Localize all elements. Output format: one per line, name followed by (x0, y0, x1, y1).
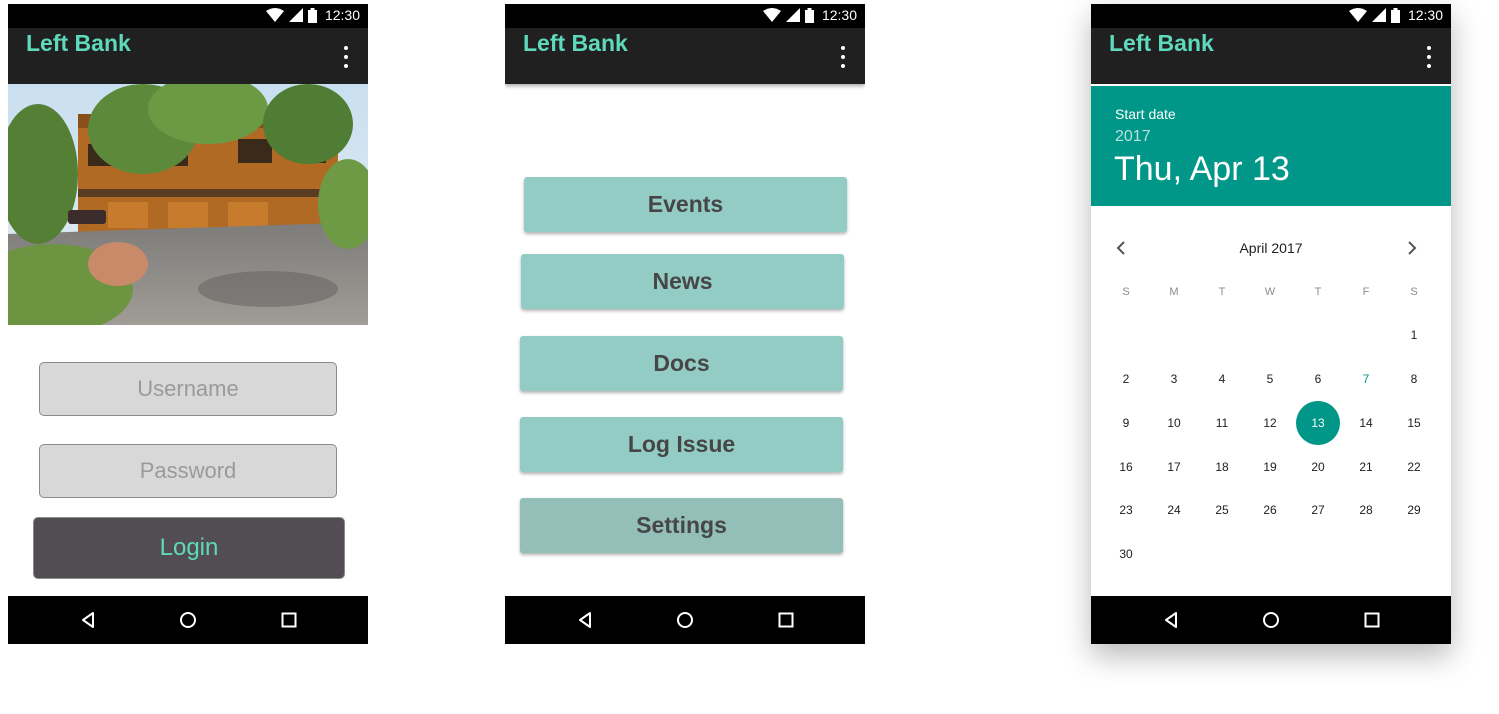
date-picker-screen: 12:30 Left Bank Start date 2017 Thu, Apr… (1091, 4, 1451, 644)
weekday-label: W (1264, 286, 1276, 298)
app-title: Left Bank (1109, 30, 1214, 56)
weekday-label: T (1218, 286, 1226, 298)
calendar-day[interactable]: 22 (1394, 447, 1434, 487)
more-vert-icon[interactable] (835, 46, 851, 68)
signal-icon (288, 8, 303, 22)
login-screen: 12:30 Left Bank Username Login (8, 4, 368, 644)
calendar-day[interactable]: 15 (1394, 403, 1434, 443)
back-icon[interactable] (76, 608, 100, 632)
date-picker-header: Start date 2017 Thu, Apr 13 (1091, 86, 1451, 206)
nav-bar (8, 596, 368, 644)
chevron-left-icon[interactable] (1109, 236, 1133, 260)
status-time: 12:30 (821, 7, 857, 23)
battery-icon (1390, 7, 1400, 23)
calendar-day[interactable]: 14 (1346, 403, 1386, 443)
settings-button[interactable]: Settings (520, 498, 843, 553)
calendar-day[interactable]: 8 (1394, 359, 1434, 399)
wifi-icon (1348, 8, 1367, 22)
weekday-label: S (1122, 286, 1130, 298)
status-bar: 12:30 (505, 4, 865, 28)
status-bar: 12:30 (8, 4, 368, 28)
calendar-day[interactable]: 3 (1154, 359, 1194, 399)
login-button[interactable]: Login (33, 517, 345, 579)
app-title: Left Bank (26, 30, 131, 56)
docs-button[interactable]: Docs (520, 336, 843, 391)
battery-icon (307, 7, 317, 23)
calendar-day[interactable]: 2 (1106, 359, 1146, 399)
signal-icon (785, 8, 800, 22)
events-button[interactable]: Events (524, 177, 847, 232)
calendar-day[interactable]: 29 (1394, 490, 1434, 530)
log-issue-button[interactable]: Log Issue (520, 417, 843, 472)
nav-bar (1091, 596, 1451, 644)
more-vert-icon[interactable] (338, 46, 354, 68)
calendar-day-selected[interactable]: 13 (1296, 401, 1340, 445)
signal-icon (1371, 8, 1386, 22)
calendar-day[interactable]: 28 (1346, 490, 1386, 530)
calendar-day[interactable]: 21 (1346, 447, 1386, 487)
calendar-day[interactable]: 11 (1202, 403, 1242, 443)
calendar-day[interactable]: 20 (1298, 447, 1338, 487)
home-icon[interactable] (176, 608, 200, 632)
wifi-icon (265, 8, 284, 22)
calendar-day[interactable]: 9 (1106, 403, 1146, 443)
calendar-day[interactable]: 4 (1202, 359, 1242, 399)
home-screen: 12:30 Left Bank Events News Docs Log Iss… (505, 4, 865, 644)
back-icon[interactable] (573, 608, 597, 632)
more-vert-icon[interactable] (1421, 46, 1437, 68)
calendar-day[interactable]: 12 (1250, 403, 1290, 443)
battery-icon (804, 7, 814, 23)
calendar-day[interactable]: 5 (1250, 359, 1290, 399)
date-picker-selected-date[interactable]: Thu, Apr 13 (1114, 150, 1290, 189)
home-icon[interactable] (1259, 608, 1283, 632)
calendar-day[interactable]: 10 (1154, 403, 1194, 443)
wifi-icon (762, 8, 781, 22)
weekday-label: F (1362, 286, 1370, 298)
calendar-day[interactable]: 18 (1202, 447, 1242, 487)
username-input[interactable] (39, 362, 337, 416)
calendar-day[interactable]: 1 (1394, 315, 1434, 355)
news-button[interactable]: News (521, 254, 844, 309)
home-icon[interactable] (673, 608, 697, 632)
status-bar: 12:30 (1091, 4, 1451, 28)
nav-bar (505, 596, 865, 644)
weekday-label: T (1314, 286, 1322, 298)
calendar-day[interactable]: 24 (1154, 490, 1194, 530)
calendar-day[interactable]: 17 (1154, 447, 1194, 487)
calendar-day[interactable]: 27 (1298, 490, 1338, 530)
building-photo (8, 84, 368, 325)
month-label: April 2017 (1239, 240, 1303, 256)
date-picker-year[interactable]: 2017 (1115, 128, 1151, 146)
recents-icon[interactable] (774, 608, 798, 632)
calendar-day[interactable]: 16 (1106, 447, 1146, 487)
recents-icon[interactable] (1360, 608, 1384, 632)
password-input[interactable] (39, 444, 337, 498)
calendar-day[interactable]: 25 (1202, 490, 1242, 530)
calendar-day[interactable]: 23 (1106, 490, 1146, 530)
back-icon[interactable] (1159, 608, 1183, 632)
status-time: 12:30 (324, 7, 360, 23)
app-bar: Left Bank (8, 28, 368, 84)
weekday-label: S (1410, 286, 1418, 298)
recents-icon[interactable] (277, 608, 301, 632)
calendar-day[interactable]: 26 (1250, 490, 1290, 530)
calendar-day[interactable]: 19 (1250, 447, 1290, 487)
app-title: Left Bank (523, 30, 628, 56)
chevron-right-icon[interactable] (1400, 236, 1424, 260)
date-picker-label: Start date (1115, 106, 1176, 122)
calendar-day[interactable]: 6 (1298, 359, 1338, 399)
app-bar: Left Bank (1091, 28, 1451, 84)
app-bar: Left Bank (505, 28, 865, 84)
calendar-day[interactable]: 7 (1346, 359, 1386, 399)
calendar-day[interactable]: 30 (1106, 534, 1146, 574)
status-time: 12:30 (1407, 7, 1443, 23)
weekday-label: M (1169, 286, 1179, 298)
